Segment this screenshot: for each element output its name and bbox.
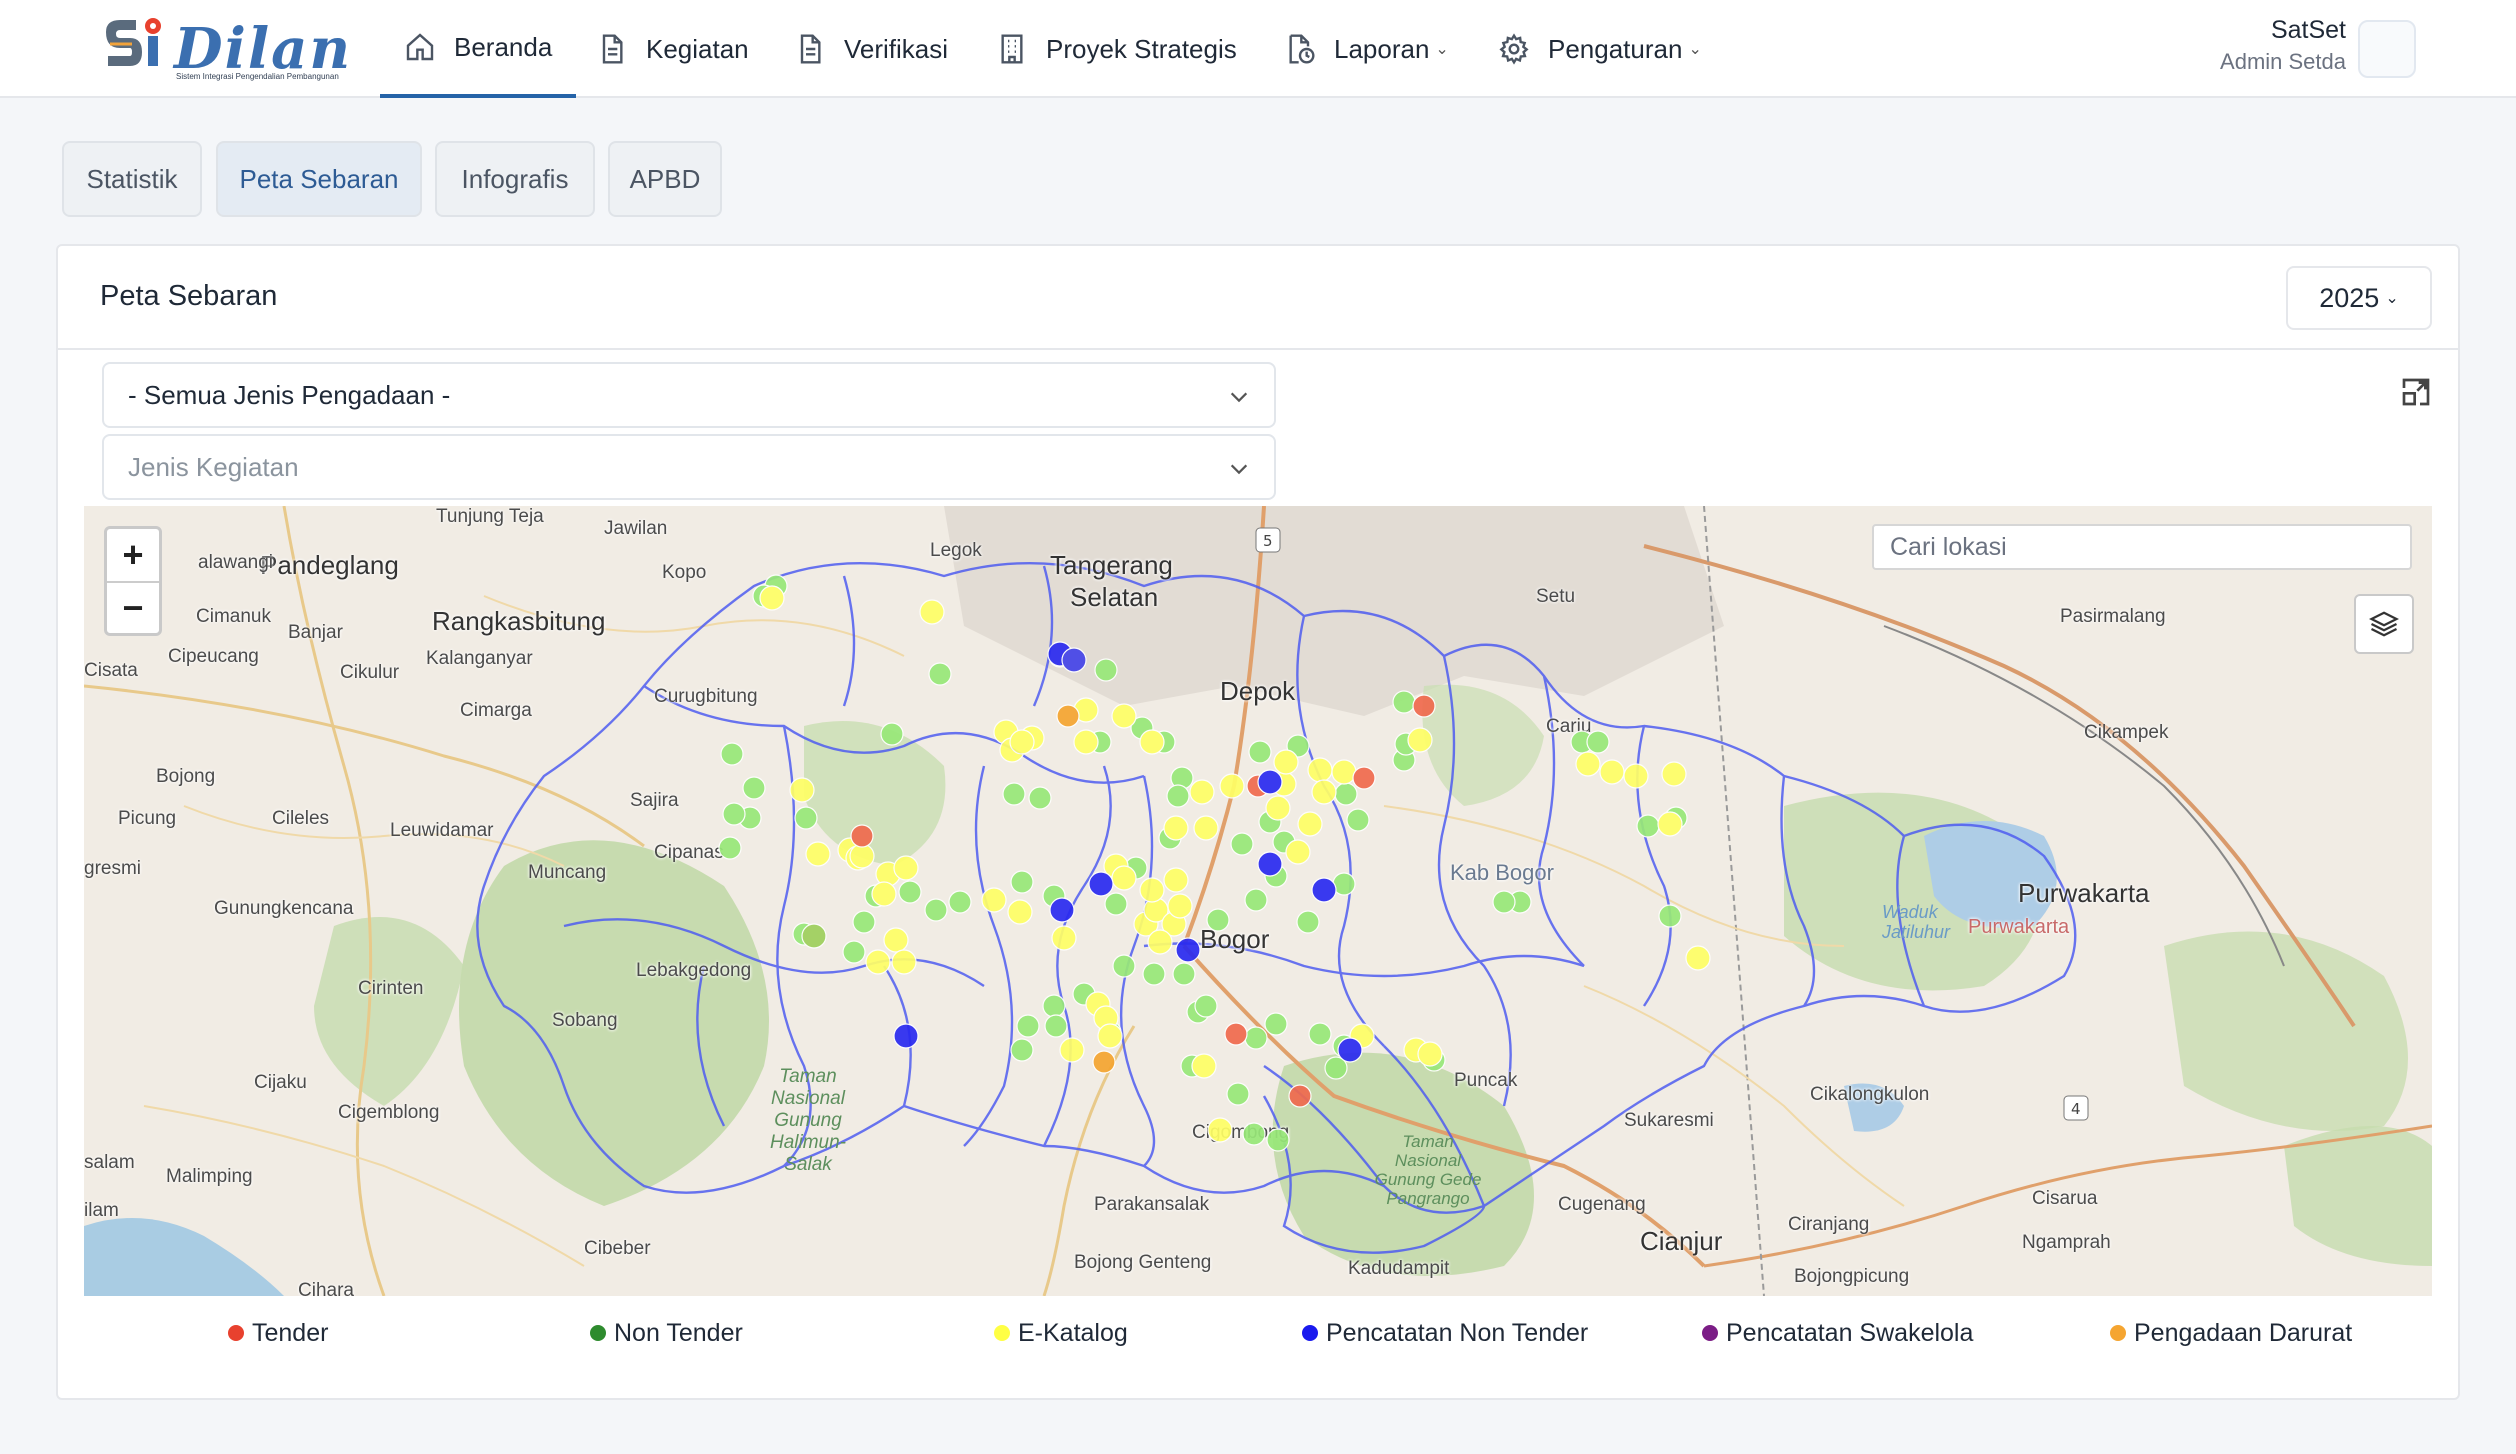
- top-navbar: Dilan Sistem Integrasi Pengendalian Pemb…: [0, 0, 2516, 98]
- tab-statistik[interactable]: Statistik: [62, 141, 202, 217]
- logo-subtitle: Sistem Integrasi Pengendalian Pembanguna…: [176, 72, 339, 81]
- legend-dot: [994, 1325, 1010, 1341]
- legend-label: Pengadaan Darurat: [2134, 1318, 2353, 1347]
- road-shield-icon: 4: [2063, 1095, 2089, 1121]
- chevron-down-icon: ⌄: [1688, 41, 1702, 58]
- distribution-map[interactable]: Tunjung Teja Jawilan Legok Tangerang Sel…: [84, 506, 2432, 1296]
- avatar[interactable]: [2358, 20, 2416, 78]
- svg-text:4: 4: [2071, 1100, 2081, 1118]
- legend-tender: Tender: [228, 1316, 328, 1350]
- procurement-type-value: - Semua Jenis Pengadaan -: [128, 379, 451, 410]
- year-value: 2025: [2319, 282, 2380, 313]
- chevron-down-icon: [1228, 384, 1250, 406]
- location-search-input[interactable]: [1872, 524, 2412, 570]
- home-icon: [406, 33, 434, 61]
- project-markers: [718, 574, 1711, 1152]
- activity-type-select[interactable]: Jenis Kegiatan: [102, 434, 1276, 500]
- nav-pengaturan-label: Pengaturan: [1548, 33, 1683, 64]
- chevron-down-icon: ⌄: [2385, 290, 2399, 307]
- user-role: Admin Setda: [2220, 49, 2346, 74]
- legend-pencatatan-swakelola: Pencatatan Swakelola: [1702, 1316, 1973, 1350]
- tab-infografis[interactable]: Infografis: [435, 141, 595, 217]
- map-zoom-control: + −: [104, 526, 162, 636]
- nav-laporan[interactable]: Laporan ⌄: [1284, 0, 1449, 98]
- nav-kegiatan[interactable]: Kegiatan: [596, 0, 749, 98]
- legend-pencatatan-non-tender: Pencatatan Non Tender: [1302, 1316, 1588, 1350]
- nav-pengaturan[interactable]: Pengaturan ⌄: [1498, 0, 1702, 98]
- card-header: Peta Sebaran 2025 ⌄: [58, 246, 2458, 350]
- nav-proyek-strategis-label: Proyek Strategis: [1046, 33, 1237, 64]
- activity-type-placeholder: Jenis Kegiatan: [128, 451, 299, 482]
- zoom-out-button[interactable]: −: [107, 581, 159, 633]
- report-icon: [1289, 34, 1315, 64]
- building-icon: [1001, 34, 1023, 64]
- legend-non-tender: Non Tender: [590, 1316, 743, 1350]
- layers-icon: [2369, 611, 2399, 637]
- legend-label: Tender: [252, 1318, 329, 1347]
- legend-dot: [1702, 1325, 1718, 1341]
- legend-dot: [590, 1325, 606, 1341]
- app-logo[interactable]: Dilan Sistem Integrasi Pengendalian Pemb…: [96, 14, 356, 84]
- legend-label: Pencatatan Swakelola: [1726, 1318, 1974, 1347]
- layers-button[interactable]: [2354, 594, 2414, 654]
- user-name: SatSet: [2270, 16, 2346, 44]
- nav-kegiatan-label: Kegiatan: [646, 33, 749, 64]
- legend-dot: [2110, 1325, 2126, 1341]
- fullscreen-icon[interactable]: [2400, 376, 2432, 408]
- procurement-type-select[interactable]: - Semua Jenis Pengadaan -: [102, 362, 1276, 428]
- svg-text:5: 5: [1263, 532, 1273, 550]
- logo-mark-icon: [106, 18, 161, 66]
- tab-peta-sebaran[interactable]: Peta Sebaran: [216, 141, 422, 217]
- document-icon: [800, 34, 821, 64]
- nav-verifikasi[interactable]: Verifikasi: [794, 0, 948, 98]
- legend-e-katalog: E-Katalog: [994, 1316, 1128, 1350]
- nav-verifikasi-label: Verifikasi: [844, 33, 949, 64]
- legend-label: Non Tender: [614, 1318, 743, 1347]
- legend-dot: [228, 1325, 244, 1341]
- chevron-down-icon: ⌄: [1435, 41, 1449, 58]
- road-shield-icon: 5: [1255, 527, 1281, 553]
- zoom-in-button[interactable]: +: [107, 529, 159, 581]
- gear-icon: [1499, 33, 1529, 65]
- user-info[interactable]: SatSet Admin Setda: [2220, 16, 2346, 75]
- nav-beranda[interactable]: Beranda: [380, 0, 577, 98]
- chevron-down-icon: [1228, 456, 1250, 478]
- legend-label: E-Katalog: [1018, 1318, 1128, 1347]
- document-icon: [602, 34, 623, 64]
- legend-pengadaan-darurat: Pengadaan Darurat: [2110, 1316, 2352, 1350]
- legend-label: Pencatatan Non Tender: [1326, 1318, 1589, 1347]
- card-title: Peta Sebaran: [100, 280, 278, 312]
- nav-proyek-strategis[interactable]: Proyek Strategis: [996, 0, 1237, 98]
- nav-laporan-label: Laporan: [1334, 33, 1430, 64]
- legend-dot: [1302, 1325, 1318, 1341]
- nav-beranda-label: Beranda: [454, 31, 553, 62]
- year-select[interactable]: 2025 ⌄: [2286, 266, 2432, 330]
- tab-apbd[interactable]: APBD: [608, 141, 722, 217]
